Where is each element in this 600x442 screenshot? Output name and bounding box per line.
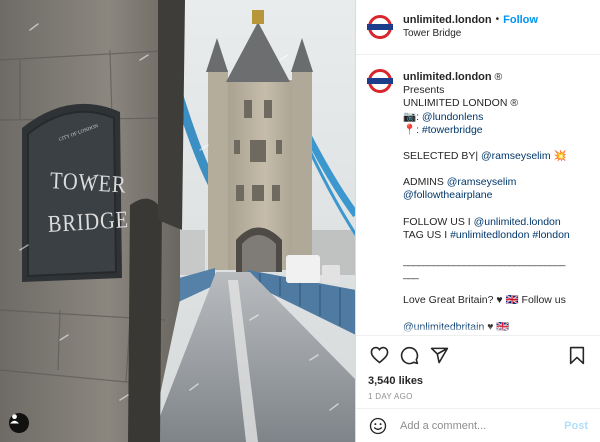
comment-bar: Post	[356, 408, 600, 442]
header-separator: •	[495, 14, 500, 25]
location-link[interactable]: Tower Bridge	[403, 27, 538, 41]
emoji-icon[interactable]	[368, 416, 388, 436]
post-photo[interactable]: CITY OF LONDON TOWER BRIDGE	[0, 0, 356, 442]
comment-icon[interactable]	[398, 344, 420, 366]
caption-love: Love Great Britain? ♥ 🇬🇧 Follow us	[403, 294, 566, 307]
caption-area[interactable]: unlimited.london ® Presents UNLIMITED LO…	[356, 55, 600, 335]
camera-emoji: 📷:	[403, 110, 422, 123]
selected-label: SELECTED BY|	[403, 150, 482, 163]
comment-input[interactable]	[400, 419, 565, 432]
selected-by-link[interactable]: @ramseyselim	[481, 150, 551, 162]
action-bar	[368, 336, 588, 374]
hashtag-unlimitedlondon[interactable]: #unlimitedlondon	[450, 229, 529, 241]
bookmark-icon[interactable]	[566, 344, 588, 366]
sign-line-2: BRIDGE	[47, 207, 130, 238]
post-header: unlimited.london • Follow Tower Bridge	[356, 0, 600, 55]
camera-credit-link[interactable]: @lundonlens	[422, 111, 483, 123]
caption-brand: UNLIMITED LONDON ®	[403, 97, 519, 110]
post-comment-button[interactable]: Post	[564, 420, 588, 432]
header-username[interactable]: unlimited.london	[403, 13, 492, 27]
avatar[interactable]	[367, 15, 393, 39]
admin-link-1[interactable]: @ramseyselim	[447, 176, 517, 188]
tag-us-label: TAG US I	[403, 228, 451, 241]
caption-body: unlimited.london ® Presents UNLIMITED LO…	[403, 71, 590, 334]
caption-divider-rule-end: ___	[403, 269, 419, 281]
follow-us-label: FOLLOW US I	[403, 215, 474, 228]
caption-avatar[interactable]	[367, 69, 393, 93]
action-section: 3,540 likes 1 DAY AGO	[356, 335, 600, 408]
sign-line-1: TOWER	[49, 168, 127, 199]
user-tag-icon[interactable]	[9, 413, 29, 433]
share-icon[interactable]	[428, 344, 450, 366]
post-side-panel: unlimited.london • Follow Tower Bridge u…	[356, 0, 600, 442]
pin-emoji: 📍:	[403, 123, 422, 136]
follow-us-link[interactable]: @unlimited.london	[474, 216, 561, 228]
likes-count[interactable]: 3,540 likes	[368, 374, 588, 388]
caption-presents: Presents	[403, 84, 445, 97]
follow-button[interactable]: Follow	[503, 13, 538, 27]
admins-label: ADMINS	[403, 176, 447, 189]
towerbridge-hashtag[interactable]: #towerbridge	[422, 124, 483, 136]
caption-divider-rule: ________________________________	[403, 256, 565, 268]
registered-mark: ®	[494, 71, 503, 83]
collision-emoji: 💥	[550, 150, 567, 163]
admin-link-2[interactable]: @followtheairplane	[403, 189, 492, 201]
post-date[interactable]: 1 DAY AGO	[368, 390, 588, 404]
instagram-post: CITY OF LONDON TOWER BRIDGE unlimited.lo…	[0, 0, 600, 442]
caption-username[interactable]: unlimited.london	[403, 71, 492, 83]
heart-icon[interactable]	[368, 344, 390, 366]
hashtag-london[interactable]: #london	[532, 229, 569, 241]
